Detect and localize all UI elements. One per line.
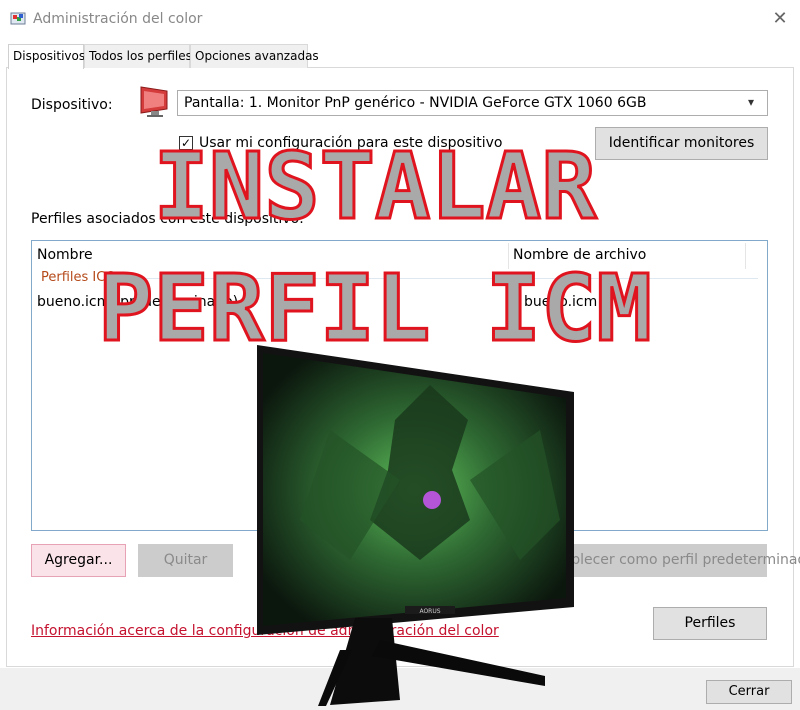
remove-button[interactable]: Quitar bbox=[138, 544, 233, 577]
add-button[interactable]: Agregar... bbox=[31, 544, 126, 577]
column-divider[interactable] bbox=[745, 243, 746, 269]
use-my-settings-checkbox[interactable]: ✓ bbox=[179, 136, 193, 150]
profiles-list[interactable]: Nombre Nombre de archivo Perfiles ICC bu… bbox=[31, 240, 768, 531]
identify-monitors-button[interactable]: Identificar monitores bbox=[595, 127, 768, 160]
close-icon[interactable]: ✕ bbox=[770, 9, 790, 29]
chevron-down-icon[interactable]: ▾ bbox=[748, 95, 754, 109]
profile-row-name[interactable]: bueno.icm (predeterminado) bbox=[37, 294, 238, 310]
column-header-name[interactable]: Nombre bbox=[37, 247, 93, 263]
tab-dispositivos[interactable]: Dispositivos bbox=[8, 44, 85, 69]
monitor-icon bbox=[140, 86, 168, 117]
set-default-button[interactable]: Establecer como perfil predeterminado bbox=[540, 544, 800, 577]
footer-bar bbox=[0, 668, 800, 710]
column-divider[interactable] bbox=[508, 243, 509, 269]
use-my-settings-label[interactable]: Usar mi configuración para este disposit… bbox=[199, 135, 502, 151]
associated-profiles-label: Perfiles asociados con este dispositivo: bbox=[31, 211, 304, 227]
group-divider bbox=[112, 278, 758, 279]
color-management-icon bbox=[10, 12, 26, 25]
title-bar: Administración del color ✕ bbox=[0, 0, 800, 38]
close-button[interactable]: Cerrar bbox=[706, 680, 792, 704]
info-link[interactable]: Información acerca de la configuración d… bbox=[31, 623, 499, 639]
profiles-button[interactable]: Perfiles bbox=[653, 607, 767, 640]
tab-opciones-avanzadas[interactable]: Opciones avanzadas bbox=[190, 44, 319, 68]
tab-todos-los-perfiles[interactable]: Todos los perfiles bbox=[84, 44, 192, 68]
device-label: Dispositivo: bbox=[31, 97, 113, 113]
column-header-filename[interactable]: Nombre de archivo bbox=[513, 247, 646, 263]
group-header-icc: Perfiles ICC bbox=[41, 270, 115, 285]
profile-row-filename[interactable]: bueno.icm bbox=[524, 294, 597, 310]
device-select[interactable]: Pantalla: 1. Monitor PnP genérico - NVID… bbox=[177, 90, 768, 116]
window-title: Administración del color bbox=[33, 11, 203, 27]
